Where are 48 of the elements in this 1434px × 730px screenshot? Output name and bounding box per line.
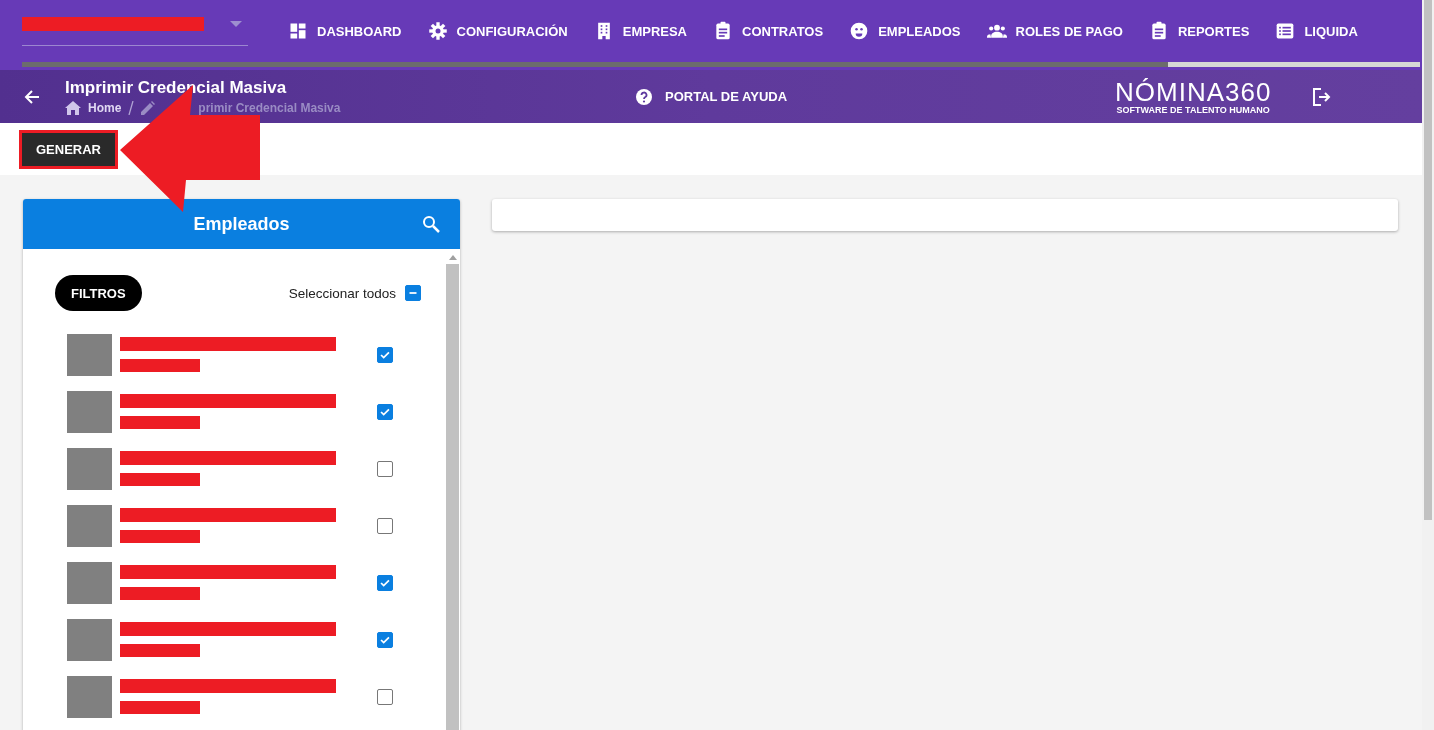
nav-link[interactable]: EMPRESA — [593, 21, 687, 41]
nav-link[interactable]: LIQUIDA — [1275, 21, 1358, 41]
pencil-icon — [141, 101, 156, 115]
nav-link[interactable]: ROLES DE PAGO — [986, 21, 1123, 41]
caret-icon — [230, 20, 242, 27]
list-icon — [1275, 21, 1296, 41]
select-all-label: Seleccionar todos — [288, 285, 396, 301]
nav-link[interactable]: CONTRATOS — [713, 21, 824, 41]
nav-link[interactable]: DASHBOARD — [288, 21, 402, 41]
avatar-placeholder — [67, 504, 112, 547]
logo-tagline: SOFTWARE DE TALENTO HUMANO — [1116, 104, 1270, 115]
page-title: Imprimir Credencial Masiva — [65, 78, 288, 98]
help-icon — [635, 87, 653, 106]
select-all-checkbox[interactable] — [405, 285, 421, 301]
help-portal-link[interactable]: PORTAL DE AYUDA — [635, 87, 1115, 106]
nav-link[interactable]: CONFIGURACIÓN — [427, 21, 568, 41]
logout-icon[interactable] — [1311, 86, 1332, 107]
panel-title: Empleados — [193, 213, 290, 235]
employee-checkbox[interactable] — [377, 688, 393, 705]
generate-button[interactable]: GENERAR — [22, 132, 115, 166]
avatar-placeholder — [67, 333, 112, 376]
logo-text: NÓMINA360 — [1115, 78, 1272, 105]
employee-checkbox[interactable] — [377, 460, 393, 477]
employee-checkbox[interactable] — [377, 346, 393, 363]
back-arrow-icon[interactable] — [24, 88, 40, 105]
clipboard-icon — [713, 21, 733, 41]
scroll-up-icon[interactable] — [448, 255, 457, 260]
employee-checkbox[interactable] — [377, 517, 393, 534]
avatar-placeholder — [67, 675, 112, 718]
face-icon — [849, 21, 870, 41]
gear-icon — [427, 21, 448, 41]
avatar-placeholder — [67, 618, 112, 661]
filters-button[interactable]: FILTROS — [55, 275, 142, 311]
dashboard-icon — [288, 21, 308, 41]
avatar-placeholder — [67, 390, 112, 433]
breadcrumb-current: primir Credencial Masiva — [198, 101, 341, 115]
home-icon — [65, 101, 81, 115]
search-icon[interactable] — [422, 215, 440, 233]
breadcrumb-separator — [128, 101, 135, 115]
avatar-placeholder — [67, 447, 112, 490]
nav-link[interactable]: REPORTES — [1148, 21, 1250, 41]
breadcrumb-link[interactable]: Home — [88, 101, 122, 115]
nav-link[interactable]: EMPLEADOS — [849, 21, 961, 41]
employee-checkbox[interactable] — [377, 631, 393, 648]
employee-checkbox[interactable] — [377, 574, 393, 591]
avatar-placeholder — [67, 561, 112, 604]
employee-checkbox[interactable] — [377, 403, 393, 420]
company-select[interactable] — [22, 16, 248, 46]
